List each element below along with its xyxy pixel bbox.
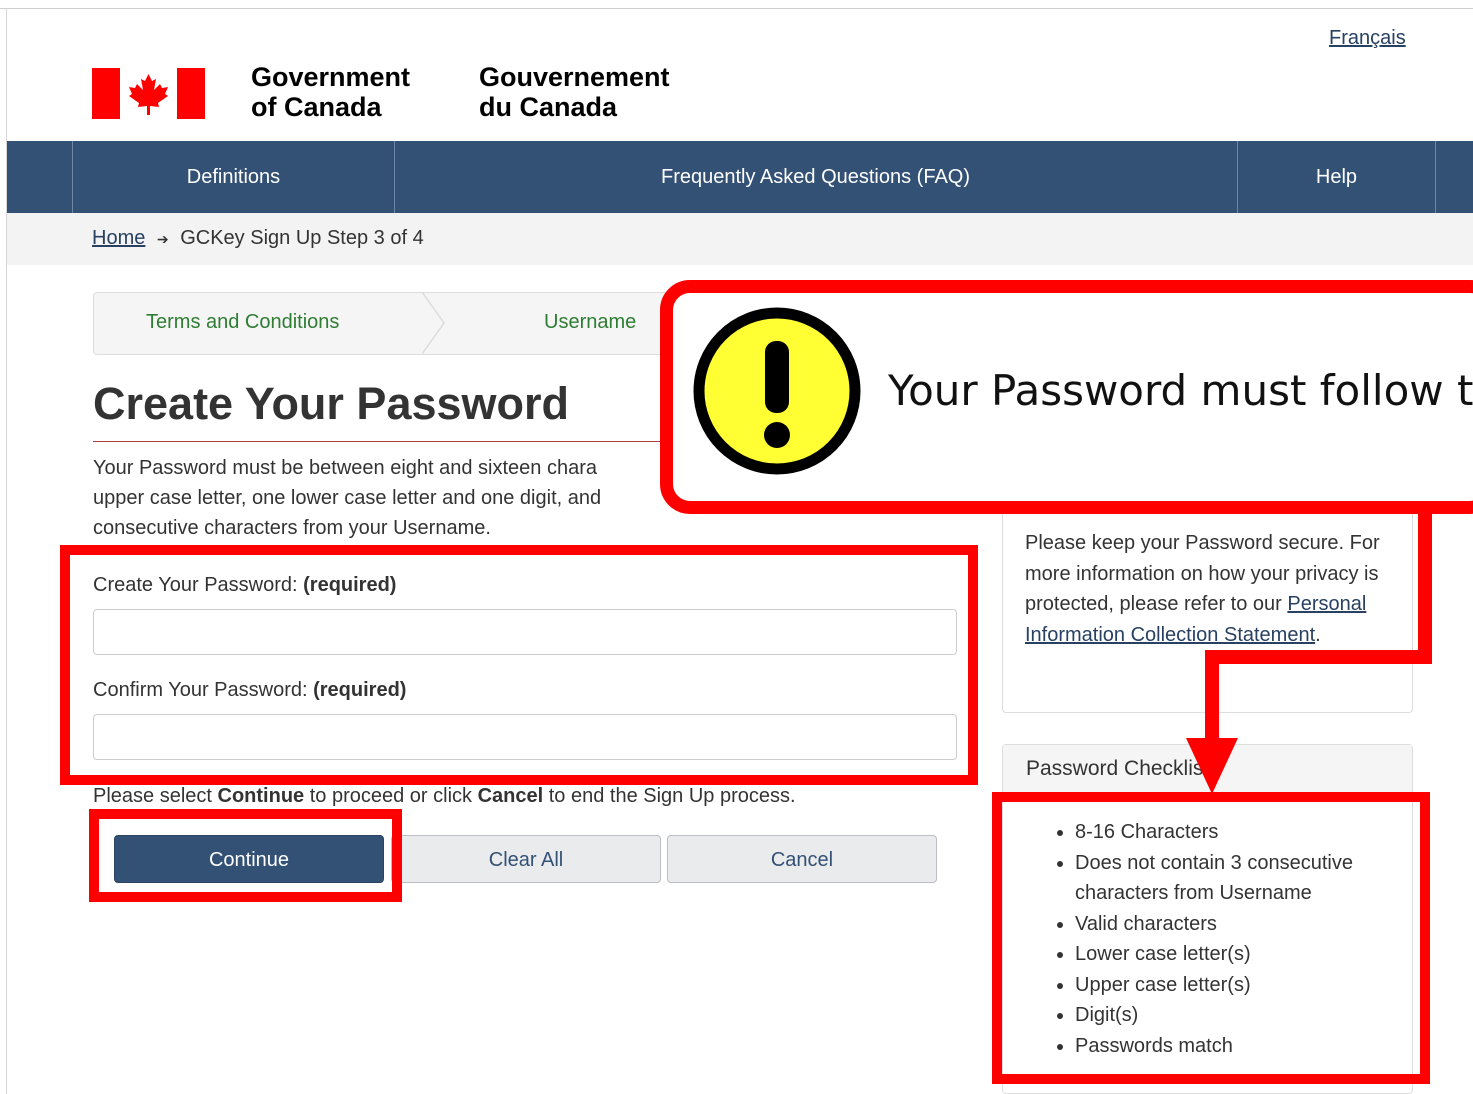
step-chevron-icon [422, 292, 445, 355]
canada-flag-icon [92, 68, 205, 119]
arrow-segment [1418, 512, 1432, 663]
breadcrumb-arrow-icon: ➔ [156, 231, 169, 247]
intro-line-2: upper case letter, one lower case letter… [93, 487, 602, 509]
top-divider [0, 8, 1473, 9]
privacy-text: Please keep your Password secure. For mo… [1025, 528, 1395, 650]
progress-steps: Terms and Conditions Username [93, 292, 695, 355]
intro-line-3: consecutive characters from your Usernam… [93, 517, 491, 539]
gov-fr-line1: Gouvernement [479, 62, 670, 92]
intro-line-1: Your Password must be between eight and … [93, 457, 598, 479]
gov-signature-fr: Gouvernement du Canada [479, 62, 670, 122]
nav-definitions[interactable]: Definitions [72, 141, 395, 213]
instr-part: to end the Sign Up process. [543, 785, 796, 807]
privacy-period: . [1315, 623, 1321, 646]
cancel-button[interactable]: Cancel [667, 835, 937, 883]
gov-en-line2: of Canada [251, 92, 382, 122]
checklist-title: Password Checklist [1026, 757, 1210, 780]
instr-continue: Continue [217, 785, 305, 807]
main-navbar: Definitions Frequently Asked Questions (… [7, 141, 1473, 213]
gov-en-line1: Government [251, 62, 411, 92]
clear-all-button[interactable]: Clear All [391, 835, 661, 883]
breadcrumb-home-link[interactable]: Home [92, 227, 145, 249]
arrow-down-icon [1186, 738, 1238, 794]
arrow-segment [1205, 650, 1219, 740]
breadcrumb-current: GCKey Sign Up Step 3 of 4 [180, 227, 424, 249]
arrow-segment [1205, 650, 1432, 664]
password-rules-text: Your Password must be between eight and … [93, 453, 673, 543]
page-title: Create Your Password [93, 378, 570, 429]
nav-help[interactable]: Help [1238, 141, 1436, 213]
language-toggle-link[interactable]: Français [1329, 27, 1406, 50]
step-username: Username [544, 311, 637, 333]
callout-text: Your Password must follow th [888, 366, 1473, 415]
instr-cancel: Cancel [477, 785, 544, 807]
instruction-text: Please select Continue to proceed or cli… [93, 785, 796, 808]
gov-signature-en: Government of Canada [251, 62, 410, 122]
warning-exclamation-icon [693, 307, 861, 475]
title-underline [93, 441, 663, 442]
breadcrumb: Home ➔ GCKey Sign Up Step 3 of 4 [92, 227, 424, 250]
step-terms: Terms and Conditions [146, 311, 340, 333]
checklist-highlight [992, 792, 1430, 1084]
continue-highlight [89, 809, 402, 902]
instr-part: Please select [93, 785, 218, 807]
gov-fr-line2: du Canada [479, 92, 618, 122]
password-fields-highlight [60, 545, 978, 785]
instr-part: to proceed or click [304, 785, 478, 807]
nav-faq[interactable]: Frequently Asked Questions (FAQ) [394, 141, 1238, 213]
